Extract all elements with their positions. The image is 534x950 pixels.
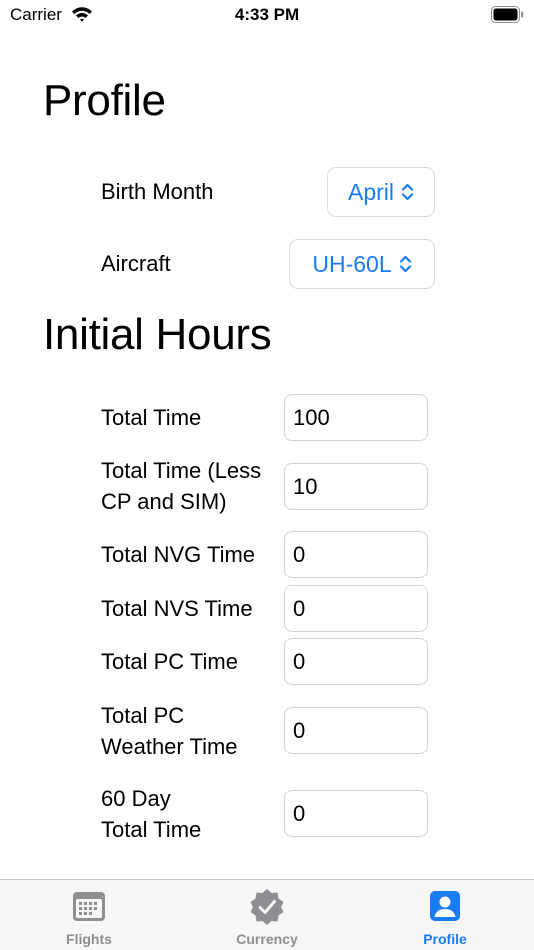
total-pc-time-label: Total PC Time <box>101 649 238 674</box>
total-nvg-time-input[interactable] <box>284 531 428 578</box>
birth-month-value: April <box>347 178 394 205</box>
total-pc-weather-time-input[interactable] <box>284 707 428 754</box>
aircraft-label: Aircraft <box>101 251 171 276</box>
total-pc-weather-time-label: Total PC Weather Time <box>101 703 238 759</box>
tab-flights-label: Flights <box>66 931 112 947</box>
total-pc-time-input[interactable] <box>284 638 428 685</box>
profile-screen: Carrier 4:33 PM Profile Birth Month Apri… <box>0 0 534 950</box>
battery-icon <box>491 6 524 28</box>
tab-bar: Flights Currency Profile <box>0 879 534 950</box>
total-time-label: Total Time <box>101 405 202 430</box>
total-nvg-time-label: Total NVG Time <box>101 542 256 567</box>
total-nvs-time-label: Total NVS Time <box>101 596 253 621</box>
chevron-up-down-icon <box>399 255 411 273</box>
sixty-day-total-time-input[interactable] <box>284 790 428 837</box>
tab-currency[interactable]: Currency <box>178 880 356 950</box>
profile-heading: Profile <box>43 76 166 125</box>
total-nvs-time-input[interactable] <box>284 585 428 632</box>
total-time-less-cp-sim-input[interactable] <box>284 463 428 510</box>
aircraft-value: UH-60L <box>312 250 392 277</box>
sixty-day-total-time-label: 60 Day Total Time <box>101 786 202 842</box>
birth-month-picker[interactable]: April <box>327 167 435 217</box>
status-bar: Carrier 4:33 PM <box>0 0 534 32</box>
birth-month-label: Birth Month <box>101 179 214 204</box>
checkmark-seal-icon <box>248 889 286 931</box>
initial-hours-heading: Initial Hours <box>43 310 272 359</box>
chevron-up-down-icon <box>401 183 414 201</box>
tab-profile-label: Profile <box>423 931 467 947</box>
tab-profile[interactable]: Profile <box>356 880 534 950</box>
total-time-less-cp-sim-label: Total Time (Less CP and SIM) <box>101 458 262 514</box>
person-icon <box>429 890 461 927</box>
calendar-icon <box>72 890 106 927</box>
total-time-input[interactable] <box>284 394 428 441</box>
clock: 4:33 PM <box>234 5 300 24</box>
tab-flights[interactable]: Flights <box>0 880 178 950</box>
aircraft-picker[interactable]: UH-60L <box>289 239 435 289</box>
tab-currency-label: Currency <box>236 931 298 947</box>
